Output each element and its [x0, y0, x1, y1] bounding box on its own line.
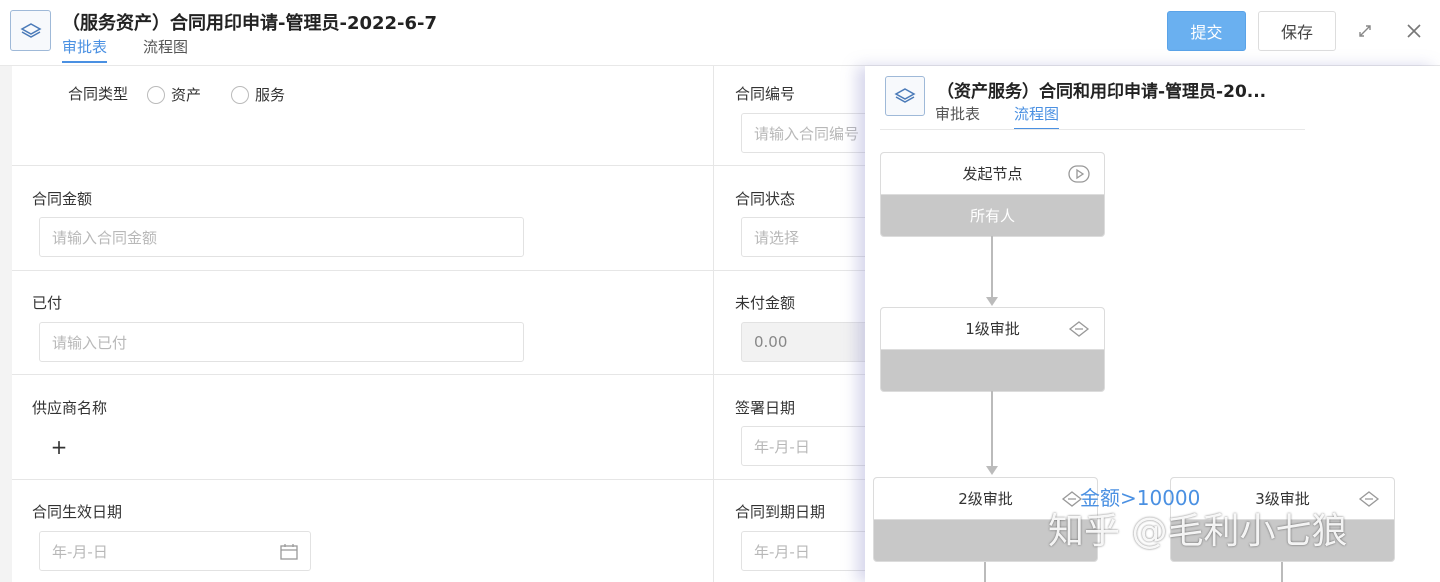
- paid-label: 已付: [32, 294, 63, 312]
- flowchart-panel: （资产服务）合同和用印申请-管理员-20... 审批表 流程图 发起节点 所有人…: [865, 66, 1440, 582]
- effective-date-placeholder: 年-月-日: [52, 542, 108, 561]
- layers-icon: [885, 76, 925, 116]
- node-assignee: [881, 350, 1104, 391]
- tab-flowchart[interactable]: 流程图: [143, 36, 188, 61]
- tab-approval-form[interactable]: 审批表: [62, 36, 108, 63]
- flow-node-level-1[interactable]: 1级审批: [880, 307, 1105, 392]
- panel-tab-approval-form[interactable]: 审批表: [935, 103, 980, 128]
- effective-date-input[interactable]: 年-月-日: [39, 531, 311, 571]
- sign-date-label: 签署日期: [735, 399, 796, 417]
- panel-divider: [880, 129, 1305, 130]
- radio-service-label: 服务: [255, 86, 286, 104]
- flow-arrow: [986, 466, 998, 475]
- contract-amount-input[interactable]: 请输入合同金额: [39, 217, 524, 257]
- node-title: 2级审批: [958, 490, 1013, 508]
- expand-icon[interactable]: [1355, 21, 1375, 41]
- page-title: （服务资产）合同用印申请-管理员-2022-6-7: [62, 13, 438, 34]
- radio-asset-label: 资产: [171, 86, 202, 104]
- supplier-label: 供应商名称: [32, 399, 108, 417]
- node-assignee: 所有人: [969, 207, 1015, 225]
- contract-amount-label: 合同金额: [32, 190, 93, 208]
- approval-icon: [1358, 489, 1380, 509]
- node-title: 发起节点: [962, 165, 1023, 183]
- panel-title: （资产服务）合同和用印申请-管理员-20...: [937, 82, 1267, 102]
- column-divider: [713, 66, 714, 582]
- contract-no-label: 合同编号: [735, 85, 796, 103]
- watermark: 知乎 @毛利小七狼: [1048, 511, 1348, 552]
- contract-status-label: 合同状态: [735, 190, 796, 208]
- flow-connector: [984, 562, 986, 582]
- submit-button[interactable]: 提交: [1167, 11, 1246, 51]
- approval-icon: [1068, 319, 1090, 339]
- play-icon: [1068, 164, 1090, 184]
- node-title: 1级审批: [965, 320, 1020, 338]
- flow-connector: [991, 236, 993, 298]
- radio-asset[interactable]: 资产: [147, 84, 201, 105]
- flow-connector: [991, 391, 993, 467]
- flow-arrow: [986, 297, 998, 306]
- unpaid-amount-label: 未付金额: [735, 294, 796, 312]
- effective-date-label: 合同生效日期: [32, 503, 123, 521]
- paid-input[interactable]: 请输入已付: [39, 322, 524, 362]
- expiry-date-label: 合同到期日期: [735, 503, 826, 521]
- save-button[interactable]: 保存: [1258, 11, 1336, 51]
- close-icon[interactable]: [1404, 21, 1424, 41]
- header-bar: （服务资产）合同用印申请-管理员-2022-6-7 审批表 流程图 提交 保存: [0, 0, 1440, 66]
- contract-type-label: 合同类型: [68, 85, 129, 103]
- flow-connector: [1281, 562, 1283, 582]
- layers-icon: [10, 10, 51, 51]
- add-supplier-button[interactable]: +: [42, 430, 76, 464]
- calendar-icon[interactable]: [280, 543, 298, 564]
- radio-service[interactable]: 服务: [231, 84, 285, 105]
- panel-tab-flowchart[interactable]: 流程图: [1014, 103, 1060, 130]
- flow-node-start[interactable]: 发起节点 所有人: [880, 152, 1105, 237]
